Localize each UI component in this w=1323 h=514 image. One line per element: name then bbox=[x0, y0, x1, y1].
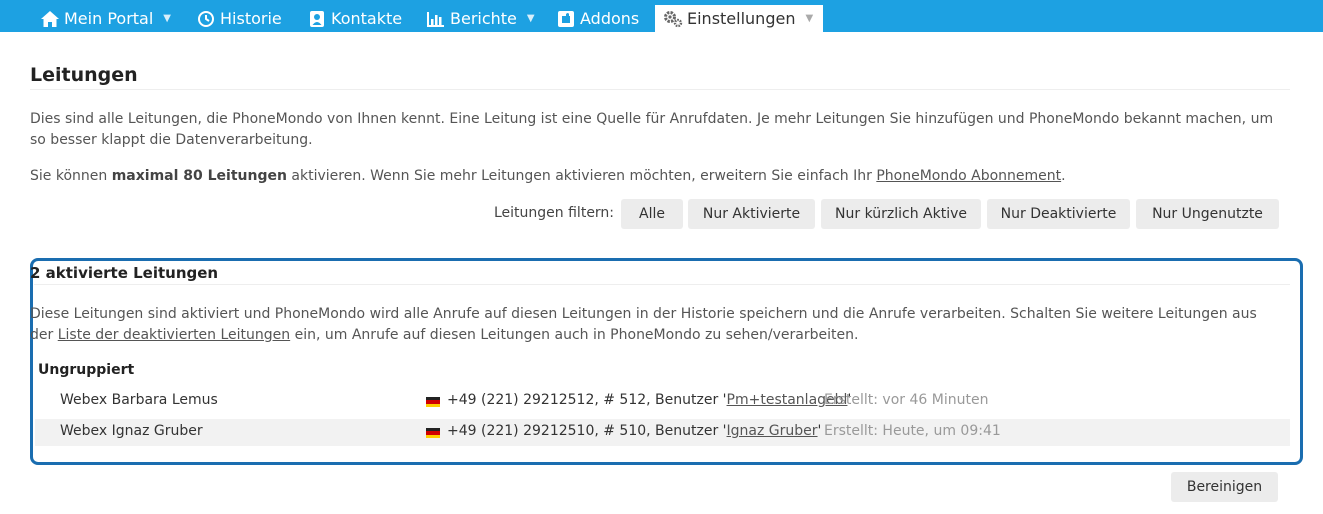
group-label: Ungruppiert bbox=[38, 362, 135, 378]
chevron-down-icon[interactable]: ▼ bbox=[527, 13, 535, 24]
german-flag-icon bbox=[426, 428, 440, 438]
line-number-text: +49 (221) 29212510, # 510, Benutzer ' bbox=[447, 423, 727, 439]
page-title: Leitungen bbox=[30, 64, 138, 86]
nav-label: Addons bbox=[580, 9, 640, 28]
nav-label: Mein Portal bbox=[64, 9, 154, 28]
german-flag-icon bbox=[426, 397, 440, 407]
title-divider bbox=[30, 89, 1290, 90]
filter-label: Leitungen filtern: bbox=[494, 205, 615, 221]
limit-text-middle: aktivieren. Wenn Sie mehr Leitungen akti… bbox=[286, 168, 877, 184]
nav-item-addons[interactable]: Addons bbox=[556, 5, 639, 32]
intro-text: Dies sind alle Leitungen, die PhoneMondo… bbox=[30, 111, 1274, 148]
limit-text-suffix: . bbox=[1061, 168, 1066, 184]
top-navigation: Mein Portal ▼ Historie Kontakte Berichte… bbox=[0, 0, 1323, 32]
deactivated-lines-link[interactable]: Liste der deaktivierten Leitungen bbox=[58, 327, 290, 343]
chart-icon bbox=[426, 9, 446, 29]
line-row[interactable]: Webex Ignaz Gruber +49 (221) 29212510, #… bbox=[35, 419, 1290, 446]
subscription-link[interactable]: PhoneMondo Abonnement bbox=[876, 168, 1061, 184]
filter-activated-button[interactable]: Nur Aktivierte bbox=[688, 199, 815, 229]
section-description-suffix: ein, um Anrufe auf diesen Leitungen auch… bbox=[290, 327, 859, 343]
nav-item-berichte[interactable]: Berichte ▼ bbox=[426, 5, 535, 32]
nav-item-historie[interactable]: Historie bbox=[196, 5, 282, 32]
home-icon bbox=[40, 9, 60, 29]
limit-text-bold: maximal 80 Leitungen bbox=[111, 168, 287, 184]
line-created: Erstellt: Heute, um 09:41 bbox=[824, 423, 1001, 439]
history-icon bbox=[196, 9, 216, 29]
line-number-suffix: ' bbox=[817, 423, 822, 439]
section-divider bbox=[34, 284, 1290, 285]
nav-label: Kontakte bbox=[331, 9, 403, 28]
nav-label: Historie bbox=[220, 9, 282, 28]
line-number-text: +49 (221) 29212512, # 512, Benutzer ' bbox=[447, 392, 727, 408]
filter-deactivated-button[interactable]: Nur Deaktivierte bbox=[987, 199, 1130, 229]
nav-item-kontakte[interactable]: Kontakte bbox=[307, 5, 402, 32]
nav-label: Berichte bbox=[450, 9, 517, 28]
puzzle-icon bbox=[556, 9, 576, 29]
nav-item-einstellungen[interactable]: Einstellungen ▼ bbox=[655, 5, 824, 32]
section-title: 2 aktivierte Leitungen bbox=[30, 264, 219, 282]
filter-unused-button[interactable]: Nur Ungenutzte bbox=[1136, 199, 1279, 229]
line-created: Erstellt: vor 46 Minuten bbox=[824, 392, 989, 408]
line-user-link[interactable]: Ignaz Gruber bbox=[727, 423, 818, 439]
line-name: Webex Barbara Lemus bbox=[60, 392, 218, 408]
nav-label: Einstellungen bbox=[687, 9, 796, 28]
chevron-down-icon[interactable]: ▼ bbox=[163, 13, 171, 24]
line-name: Webex Ignaz Gruber bbox=[60, 423, 203, 439]
filter-recently-active-button[interactable]: Nur kürzlich Aktive bbox=[821, 199, 981, 229]
filter-all-button[interactable]: Alle bbox=[621, 199, 683, 229]
gears-icon bbox=[663, 9, 683, 29]
contacts-icon bbox=[307, 9, 327, 29]
nav-item-mein-portal[interactable]: Mein Portal ▼ bbox=[40, 5, 171, 32]
limit-text: Sie können maximal 80 Leitungen aktivier… bbox=[30, 166, 1290, 187]
line-number: +49 (221) 29212510, # 510, Benutzer 'Ign… bbox=[447, 423, 821, 439]
cleanup-button[interactable]: Bereinigen bbox=[1171, 472, 1278, 502]
chevron-down-icon[interactable]: ▼ bbox=[805, 13, 813, 24]
line-row[interactable]: Webex Barbara Lemus +49 (221) 29212512, … bbox=[35, 388, 1290, 415]
section-description: Diese Leitungen sind aktiviert und Phone… bbox=[30, 304, 1280, 346]
line-number: +49 (221) 29212512, # 512, Benutzer 'Pm+… bbox=[447, 392, 851, 408]
limit-text-prefix: Sie können bbox=[30, 168, 112, 184]
